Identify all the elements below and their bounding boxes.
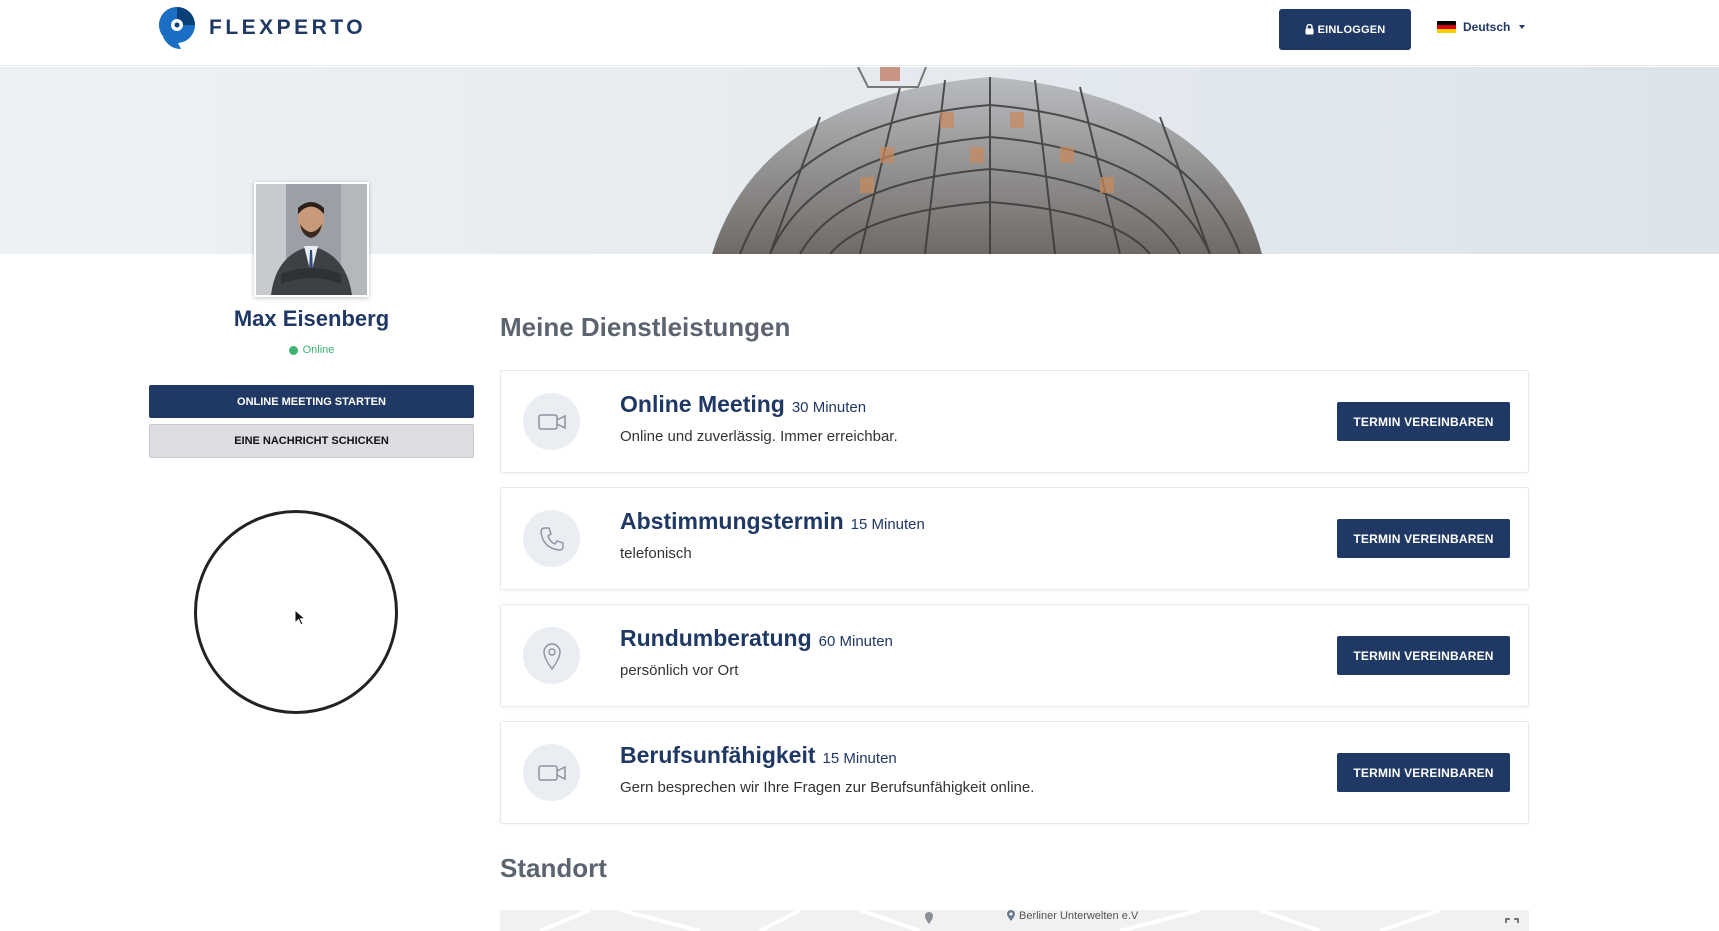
- service-duration: 15 Minuten: [850, 516, 925, 533]
- logo-icon: [157, 5, 197, 51]
- location-pin-icon: [523, 627, 580, 684]
- phone-icon: [523, 510, 580, 567]
- service-description: Gern besprechen wir Ihre Fragen zur Beru…: [620, 779, 1035, 796]
- mouse-cursor-icon: [294, 609, 306, 626]
- language-selector[interactable]: Deutsch: [1437, 20, 1526, 34]
- service-duration: 15 Minuten: [822, 750, 897, 767]
- service-title: Rundumberatung: [620, 625, 812, 651]
- video-camera-icon: [523, 393, 580, 450]
- service-description: persönlich vor Ort: [620, 662, 739, 679]
- video-camera-icon: [523, 744, 580, 801]
- map-pin-icon: [1007, 910, 1015, 921]
- service-card: Online Meeting 30 Minuten Online und zuv…: [500, 370, 1529, 473]
- service-duration: 60 Minuten: [818, 633, 893, 650]
- chevron-down-icon: [1519, 25, 1526, 29]
- book-appointment-button[interactable]: TERMIN VEREINBAREN: [1337, 402, 1510, 441]
- book-appointment-button[interactable]: TERMIN VEREINBAREN: [1337, 636, 1510, 675]
- service-card: Rundumberatung 60 Minuten persönlich vor…: [500, 604, 1529, 707]
- service-description: telefonisch: [620, 545, 692, 562]
- online-status: Online: [149, 344, 474, 356]
- service-description: Online und zuverlässig. Immer erreichbar…: [620, 428, 898, 445]
- status-label: Online: [302, 344, 335, 356]
- book-appointment-button[interactable]: TERMIN VEREINBAREN: [1337, 519, 1510, 558]
- service-duration: 30 Minuten: [791, 399, 867, 416]
- service-title: Online Meeting: [620, 391, 785, 417]
- book-appointment-button[interactable]: TERMIN VEREINBAREN: [1337, 753, 1510, 792]
- services-heading: Meine Dienstleistungen: [500, 312, 791, 342]
- location-heading: Standort: [500, 853, 607, 883]
- service-card: Berufsunfähigkeit 15 Minuten Gern bespre…: [500, 721, 1529, 824]
- location-map[interactable]: Berliner Unterwelten e.V: [500, 910, 1529, 931]
- service-title: Berufsunfähigkeit: [620, 742, 816, 768]
- login-label: EINLOGGEN: [1317, 23, 1386, 36]
- map-place-label: Berliner Unterwelten e.V: [1006, 910, 1138, 922]
- lock-icon: [1305, 24, 1314, 35]
- language-label: Deutsch: [1463, 20, 1511, 34]
- start-online-meeting-button[interactable]: ONLINE MEETING STARTEN: [149, 385, 474, 418]
- service-card: Abstimmungstermin 15 Minuten telefonisch…: [500, 487, 1529, 590]
- logo-text: FLEXPERTO: [209, 16, 367, 39]
- avatar: [254, 182, 369, 297]
- login-button[interactable]: EINLOGGEN: [1279, 9, 1411, 50]
- fullscreen-icon[interactable]: [1505, 918, 1519, 931]
- profile-name: Max Eisenberg: [233, 306, 390, 331]
- status-dot-icon: [288, 345, 298, 355]
- german-flag-icon: [1437, 20, 1456, 34]
- top-navbar: FLEXPERTO EINLOGGEN Deutsch: [0, 0, 1719, 66]
- logo[interactable]: FLEXPERTO: [157, 5, 366, 51]
- send-message-button[interactable]: EINE NACHRICHT SCHICKEN: [149, 424, 474, 458]
- service-title: Abstimmungstermin: [620, 508, 844, 534]
